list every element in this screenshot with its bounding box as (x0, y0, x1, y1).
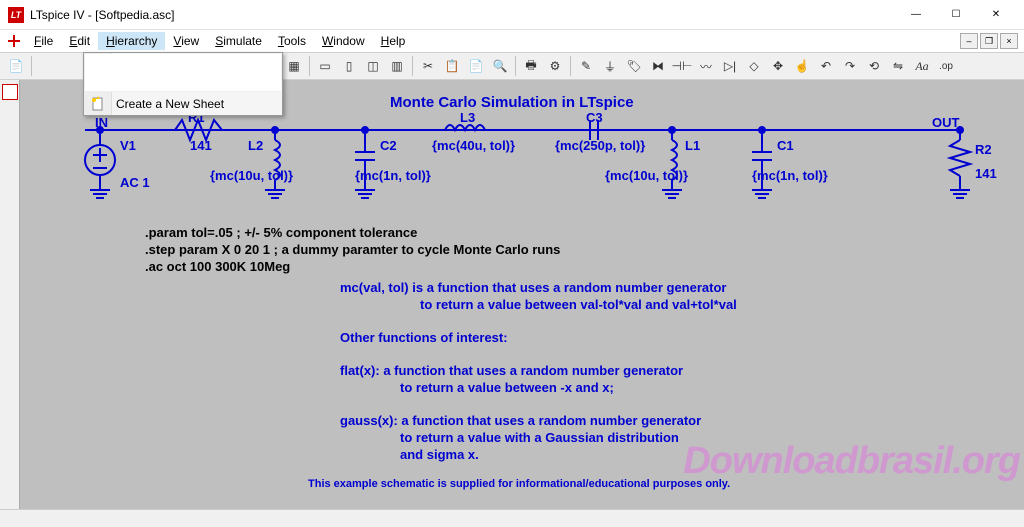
inductor-icon[interactable]: 〰 (695, 55, 717, 77)
label-c3-val: {mc(250p, tol)} (555, 138, 645, 153)
paste-icon[interactable]: 📄 (465, 55, 487, 77)
note-flat1: flat(x): a function that uses a random n… (340, 363, 683, 378)
label-c3: C3 (586, 110, 603, 125)
directive-param: .param tol=.05 ; +/- 5% component tolera… (145, 225, 417, 240)
window4-icon[interactable]: ▥ (386, 55, 408, 77)
tile-icon[interactable]: ▦ (283, 55, 305, 77)
menu-simulate[interactable]: Simulate (207, 32, 270, 50)
window-controls: — ☐ ✕ (896, 2, 1016, 28)
draw-wire-icon[interactable]: ✎ (575, 55, 597, 77)
label-l3: L3 (460, 110, 475, 125)
label-c1-val: {mc(1n, tol)} (752, 168, 828, 183)
note-gauss1: gauss(x): a function that uses a random … (340, 413, 701, 428)
label-v1-val: AC 1 (120, 175, 150, 190)
move-icon[interactable]: ✥ (767, 55, 789, 77)
setup-icon[interactable]: ⚙ (544, 55, 566, 77)
menubar: File Edit Hierarchy View Simulate Tools … (0, 30, 1024, 52)
schematic-canvas[interactable]: Monte Carlo Simulation in LTspice (0, 80, 1024, 509)
app-icon: LT (8, 7, 24, 23)
label-l3-val: {mc(40u, tol)} (432, 138, 515, 153)
directive-ac: .ac oct 100 300K 10Meg (145, 259, 290, 274)
note-mc2: to return a value between val-tol*val an… (420, 297, 737, 312)
menu-window[interactable]: Window (314, 32, 373, 50)
cut-icon[interactable]: ✂ (417, 55, 439, 77)
new-sheet-icon (90, 96, 106, 112)
label-l2-val: {mc(10u, tol)} (210, 168, 293, 183)
undo-icon[interactable]: ↶ (815, 55, 837, 77)
new-icon[interactable]: 📄 (5, 55, 27, 77)
copy-icon[interactable]: 📋 (441, 55, 463, 77)
mdi-controls: – ❐ × (958, 33, 1018, 49)
maximize-button[interactable]: ☐ (936, 2, 976, 28)
drag-icon[interactable]: ☝ (791, 55, 813, 77)
spice-directive-icon[interactable]: .op (935, 55, 957, 77)
label-l1: L1 (685, 138, 700, 153)
label-out: OUT (932, 115, 959, 130)
menu-help[interactable]: Help (373, 32, 414, 50)
ground-icon[interactable]: ⏚ (599, 55, 621, 77)
menu-edit[interactable]: Edit (61, 32, 98, 50)
label-v1: V1 (120, 138, 136, 153)
label-c2-val: {mc(1n, tol)} (355, 168, 431, 183)
window3-icon[interactable]: ◫ (362, 55, 384, 77)
menu-create-new-sheet[interactable]: Create a New Sheet (84, 93, 282, 115)
rotate-icon[interactable]: ⟲ (863, 55, 885, 77)
mdi-close[interactable]: × (1000, 33, 1018, 49)
dropdown-blank-area (85, 54, 281, 92)
diode-icon[interactable]: ▷| (719, 55, 741, 77)
print-icon[interactable]: 🖶 (520, 55, 542, 77)
hierarchy-dropdown: Create a New Sheet (83, 52, 283, 116)
minimize-button[interactable]: — (896, 2, 936, 28)
label-r2: R2 (975, 142, 992, 157)
label-r1-val: 141 (190, 138, 212, 153)
label-in: IN (95, 115, 108, 130)
statusbar (0, 509, 1024, 527)
mdi-minimize[interactable]: – (960, 33, 978, 49)
create-sheet-label: Create a New Sheet (116, 97, 224, 111)
mirror-icon[interactable]: ⇋ (887, 55, 909, 77)
note-gauss3: and sigma x. (400, 447, 479, 462)
menu-hierarchy[interactable]: Hierarchy (98, 32, 165, 50)
find-icon[interactable]: 🔍 (489, 55, 511, 77)
text-icon[interactable]: Aa (911, 55, 933, 77)
menu-file[interactable]: File (26, 32, 61, 50)
resistor-icon[interactable]: ⧓ (647, 55, 669, 77)
label-l1-val: {mc(10u, tol)} (605, 168, 688, 183)
window2-icon[interactable]: ▯ (338, 55, 360, 77)
directive-step: .step param X 0 20 1 ; a dummy paramter … (145, 242, 560, 257)
mdi-restore[interactable]: ❐ (980, 33, 998, 49)
schematic-menu-icon (6, 33, 22, 49)
window-title: LTspice IV - [Softpedia.asc] (30, 8, 175, 22)
note-other: Other functions of interest: (340, 330, 508, 345)
capacitor-icon[interactable]: ⊣⊢ (671, 55, 693, 77)
label-c1: C1 (777, 138, 794, 153)
label-r2-val: 141 (975, 166, 997, 181)
menu-tools[interactable]: Tools (270, 32, 314, 50)
label-c2: C2 (380, 138, 397, 153)
label-icon[interactable]: 🏷 (623, 55, 645, 77)
label-l2: L2 (248, 138, 263, 153)
component-icon[interactable]: ◇ (743, 55, 765, 77)
window1-icon[interactable]: ▭ (314, 55, 336, 77)
redo-icon[interactable]: ↷ (839, 55, 861, 77)
titlebar: LT LTspice IV - [Softpedia.asc] — ☐ ✕ (0, 0, 1024, 30)
note-footer: This example schematic is supplied for i… (308, 478, 730, 490)
menu-view[interactable]: View (165, 32, 207, 50)
close-button[interactable]: ✕ (976, 2, 1016, 28)
note-flat2: to return a value between -x and x; (400, 380, 614, 395)
note-gauss2: to return a value with a Gaussian distri… (400, 430, 679, 445)
note-mc1: mc(val, tol) is a function that uses a r… (340, 280, 726, 295)
